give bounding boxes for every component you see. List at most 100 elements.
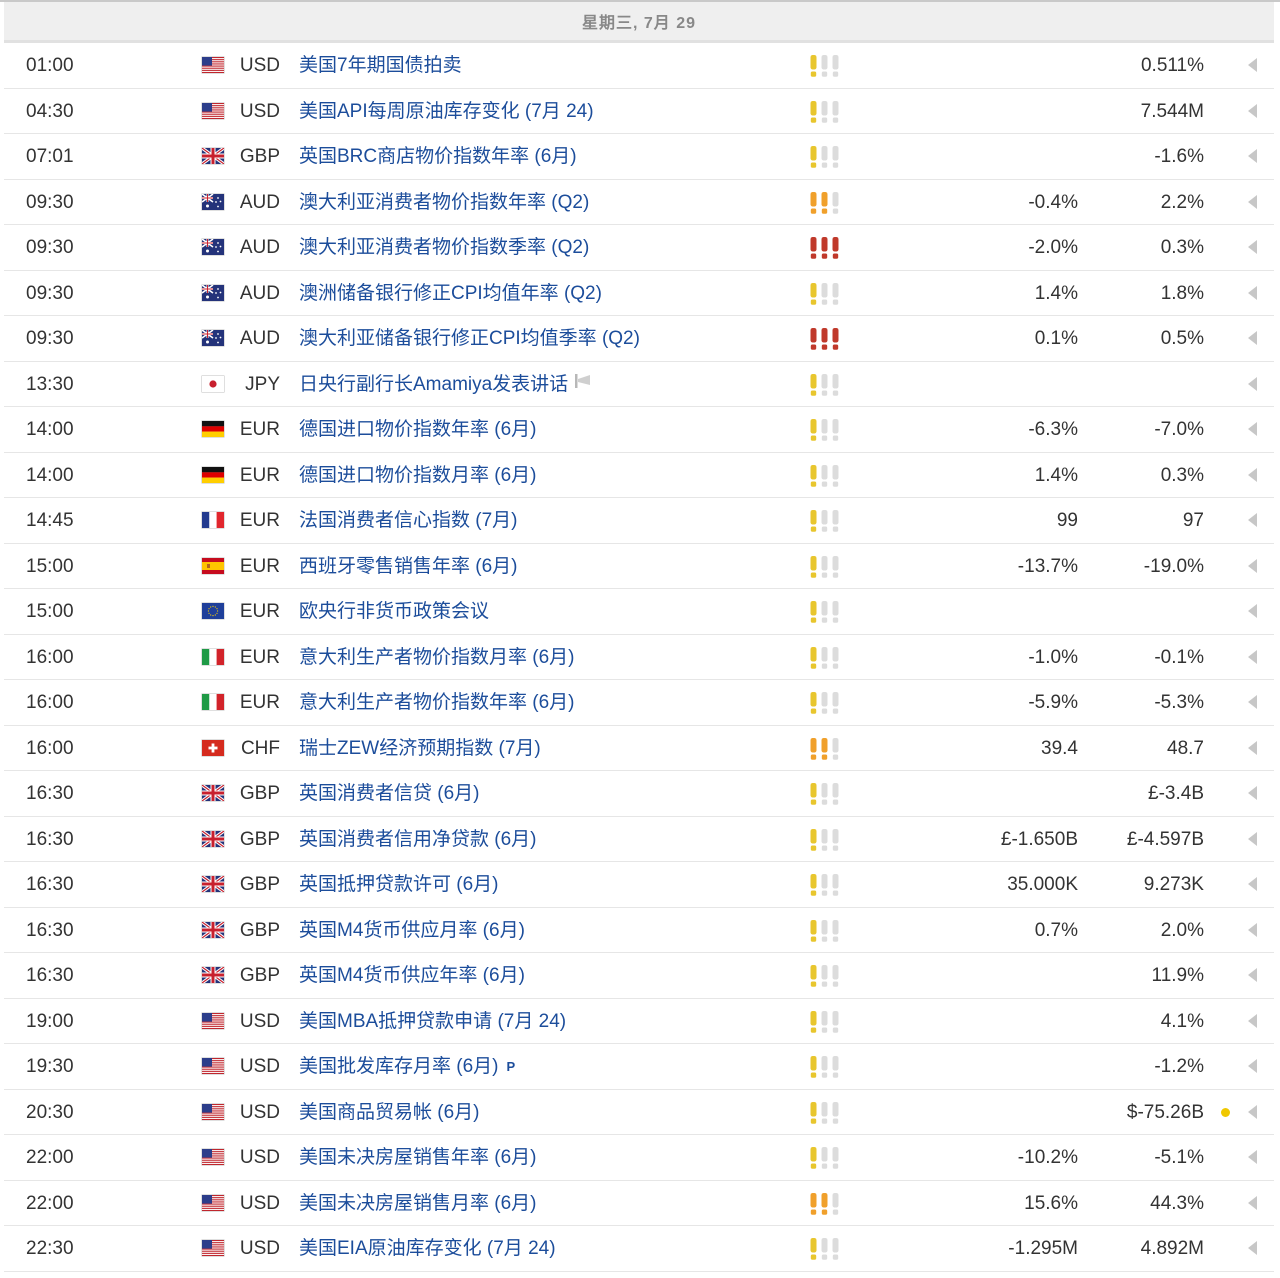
event-name-link[interactable]: 美国MBA抵押贷款申请 (7月 24)	[299, 999, 566, 1044]
alert-arrow-icon[interactable]	[1248, 1013, 1257, 1028]
alert-arrow-icon[interactable]	[1248, 695, 1257, 709]
event-row[interactable]: 09:30 AUD 澳大利亚消费者物价指数季率 (Q2) -2.0% 0.3%	[4, 225, 1274, 271]
alert-arrow-icon[interactable]	[1248, 513, 1257, 527]
gb-flag-icon	[202, 876, 224, 892]
event-row[interactable]: 16:30 GBP 英国消费者信贷 (6月) £-3.4B	[4, 771, 1274, 817]
event-row[interactable]: 04:30 USD 美国API每周原油库存变化 (7月 24) 7.544M	[4, 88, 1274, 134]
alert-arrow-icon[interactable]	[1248, 285, 1257, 300]
event-name-link[interactable]: 澳洲储备银行修正CPI均值年率 (Q2)	[299, 271, 602, 316]
event-name-link[interactable]: 英国消费者信贷 (6月)	[299, 771, 480, 816]
event-time: 09:30	[26, 237, 74, 258]
event-name-link[interactable]: 欧央行非货币政策会议	[299, 589, 489, 634]
event-row[interactable]: 20:30 USD 美国商品贸易帐 (6月) $-75.26B	[4, 1089, 1274, 1135]
alert-arrow-icon[interactable]	[1248, 58, 1257, 72]
event-row[interactable]: 14:45 EUR 法国消费者信心指数 (7月) 99 97	[4, 498, 1274, 544]
alert-arrow-icon[interactable]	[1248, 1059, 1257, 1073]
alert-arrow-icon[interactable]	[1248, 103, 1257, 118]
event-name-link[interactable]: 英国M4货币供应年率 (6月)	[299, 953, 525, 998]
event-previous: 2.0%	[1160, 919, 1204, 941]
event-name-link[interactable]: 美国未决房屋销售月率 (6月)	[299, 1181, 537, 1226]
event-name-link[interactable]: 德国进口物价指数年率 (6月)	[299, 407, 537, 452]
alert-arrow-icon[interactable]	[1248, 968, 1257, 982]
event-row[interactable]: 22:00 USD 美国未决房屋销售年率 (6月) -10.2% -5.1%	[4, 1135, 1274, 1181]
event-name-link[interactable]: 法国消费者信心指数 (7月)	[299, 498, 518, 543]
event-row[interactable]: 14:00 EUR 德国进口物价指数年率 (6月) -6.3% -7.0%	[4, 407, 1274, 453]
event-row[interactable]: 09:30 AUD 澳大利亚消费者物价指数年率 (Q2) -0.4% 2.2%	[4, 179, 1274, 225]
event-row[interactable]: 16:30 GBP 英国M4货币供应年率 (6月) 11.9%	[4, 953, 1274, 999]
event-row[interactable]: 16:30 GBP 英国M4货币供应月率 (6月) 0.7% 2.0%	[4, 907, 1274, 953]
event-name-link[interactable]: 美国EIA原油库存变化 (7月 24)	[299, 1226, 556, 1271]
alert-arrow-icon[interactable]	[1248, 194, 1257, 209]
fr-flag-icon	[202, 512, 224, 528]
alert-arrow-icon[interactable]	[1248, 422, 1257, 436]
event-row[interactable]: 14:00 EUR 德国进口物价指数月率 (6月) 1.4% 0.3%	[4, 452, 1274, 498]
event-row[interactable]: 22:30 USD 美国EIA原油库存变化 (7月 24) -1.295M 4.892M	[4, 1226, 1274, 1272]
ch-flag-icon	[202, 739, 224, 756]
alert-arrow-icon[interactable]	[1248, 786, 1257, 800]
event-name-link[interactable]: 澳大利亚消费者物价指数季率 (Q2)	[299, 225, 589, 270]
event-row[interactable]: 16:00 EUR 意大利生产者物价指数月率 (6月) -1.0% -0.1%	[4, 634, 1274, 680]
alert-arrow-icon[interactable]	[1248, 604, 1257, 618]
event-currency: USD	[239, 1010, 280, 1032]
alert-arrow-icon[interactable]	[1248, 649, 1257, 664]
event-time: 16:30	[26, 874, 74, 895]
event-name-link[interactable]: 意大利生产者物价指数月率 (6月)	[299, 635, 575, 680]
event-name-link[interactable]: 美国未决房屋销售年率 (6月)	[299, 1135, 537, 1180]
event-name-link[interactable]: 英国消费者信用净贷款 (6月)	[299, 817, 537, 862]
event-row[interactable]: 07:01 GBP 英国BRC商店物价指数年率 (6月) -1.6%	[4, 134, 1274, 180]
event-row[interactable]: 22:00 USD 美国未决房屋销售月率 (6月) 15.6% 44.3%	[4, 1180, 1274, 1226]
event-row[interactable]: 09:30 AUD 澳洲储备银行修正CPI均值年率 (Q2) 1.4% 1.8%	[4, 270, 1274, 316]
event-name-link[interactable]: 澳大利亚储备银行修正CPI均值季率 (Q2)	[299, 316, 640, 361]
alert-arrow-icon[interactable]	[1248, 1241, 1257, 1255]
event-row[interactable]: 19:30 USD 美国批发库存月率 (6月) P -1.2%	[4, 1044, 1274, 1090]
event-row[interactable]: 19:00 USD 美国MBA抵押贷款申请 (7月 24) 4.1%	[4, 998, 1274, 1044]
event-name-link[interactable]: 澳大利亚消费者物价指数年率 (Q2)	[299, 180, 589, 225]
event-row[interactable]: 15:00 EUR 欧央行非货币政策会议	[4, 589, 1274, 635]
alert-arrow-icon[interactable]	[1248, 331, 1257, 345]
alert-arrow-icon[interactable]	[1248, 1195, 1257, 1210]
event-name-link[interactable]: 英国M4货币供应月率 (6月)	[299, 908, 525, 953]
event-row[interactable]: 13:30 JPY 日央行副行长Amamiya发表讲话	[4, 361, 1274, 407]
event-name-link[interactable]: 美国API每周原油库存变化 (7月 24)	[299, 89, 594, 134]
alert-arrow-icon[interactable]	[1248, 558, 1257, 573]
event-row[interactable]: 09:30 AUD 澳大利亚储备银行修正CPI均值季率 (Q2) 0.1% 0.5%	[4, 316, 1274, 362]
us-flag-icon	[202, 1012, 224, 1029]
event-row[interactable]: 16:00 EUR 意大利生产者物价指数年率 (6月) -5.9% -5.3%	[4, 680, 1274, 726]
importance-icon	[809, 1192, 843, 1215]
alert-arrow-icon[interactable]	[1248, 1150, 1257, 1164]
us-flag-icon	[202, 57, 224, 73]
it-flag-icon	[202, 648, 224, 665]
eu-flag-icon	[202, 603, 224, 619]
event-name: 德国进口物价指数月率 (6月)	[299, 464, 537, 486]
event-name-link[interactable]: 日央行副行长Amamiya发表讲话	[299, 362, 594, 407]
alert-arrow-icon[interactable]	[1248, 149, 1257, 163]
event-name-link[interactable]: 英国抵押贷款许可 (6月)	[299, 862, 499, 907]
alert-arrow-icon[interactable]	[1248, 877, 1257, 891]
alert-arrow-icon[interactable]	[1248, 740, 1257, 755]
event-name-link[interactable]: 美国商品贸易帐 (6月)	[299, 1090, 480, 1135]
alert-arrow-icon[interactable]	[1248, 376, 1257, 391]
event-name-link[interactable]: 瑞士ZEW经济预期指数 (7月)	[299, 726, 541, 771]
event-previous: 48.7	[1167, 737, 1204, 759]
event-row[interactable]: 16:00 CHF 瑞士ZEW经济预期指数 (7月) 39.4 48.7	[4, 725, 1274, 771]
event-row[interactable]: 16:30 GBP 英国抵押贷款许可 (6月) 35.000K 9.273K	[4, 862, 1274, 908]
event-row[interactable]: 01:00 USD 美国7年期国债拍卖 0.511%	[4, 43, 1274, 89]
event-name-link[interactable]: 意大利生产者物价指数年率 (6月)	[299, 680, 575, 725]
alert-arrow-icon[interactable]	[1248, 240, 1257, 254]
event-row[interactable]: 15:00 EUR 西班牙零售销售年率 (6月) -13.7% -19.0%	[4, 543, 1274, 589]
event-forecast: -13.7%	[1017, 555, 1078, 577]
event-name-link[interactable]: 西班牙零售销售年率 (6月)	[299, 544, 518, 589]
event-name-link[interactable]: 美国批发库存月率 (6月) P	[299, 1044, 515, 1089]
alert-arrow-icon[interactable]	[1248, 467, 1257, 482]
event-name: 英国M4货币供应年率 (6月)	[299, 965, 525, 986]
event-name-link[interactable]: 英国BRC商店物价指数年率 (6月)	[299, 134, 577, 179]
au-flag-icon	[202, 239, 224, 255]
alert-arrow-icon[interactable]	[1248, 831, 1257, 846]
alert-arrow-icon[interactable]	[1248, 922, 1257, 937]
event-name-link[interactable]: 美国7年期国债拍卖	[299, 43, 462, 88]
alert-arrow-icon[interactable]	[1248, 1104, 1257, 1119]
event-name-link[interactable]: 德国进口物价指数月率 (6月)	[299, 453, 537, 498]
importance-icon	[809, 1238, 843, 1260]
preliminary-icon: P	[506, 1059, 516, 1075]
event-row[interactable]: 16:30 GBP 英国消费者信用净贷款 (6月) £-1.650B £-4.597B	[4, 816, 1274, 862]
